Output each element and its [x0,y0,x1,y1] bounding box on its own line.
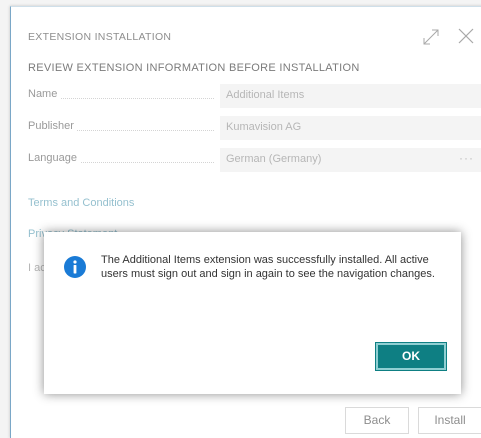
field-label-language: Language [28,152,80,164]
field-label-publisher: Publisher [28,120,77,132]
info-dialog: The Additional Items extension was succe… [44,232,461,394]
field-label-name: Name [28,88,61,100]
ok-button[interactable]: OK [375,342,447,371]
info-icon [64,256,86,278]
dialog-message: The Additional Items extension was succe… [101,254,435,280]
